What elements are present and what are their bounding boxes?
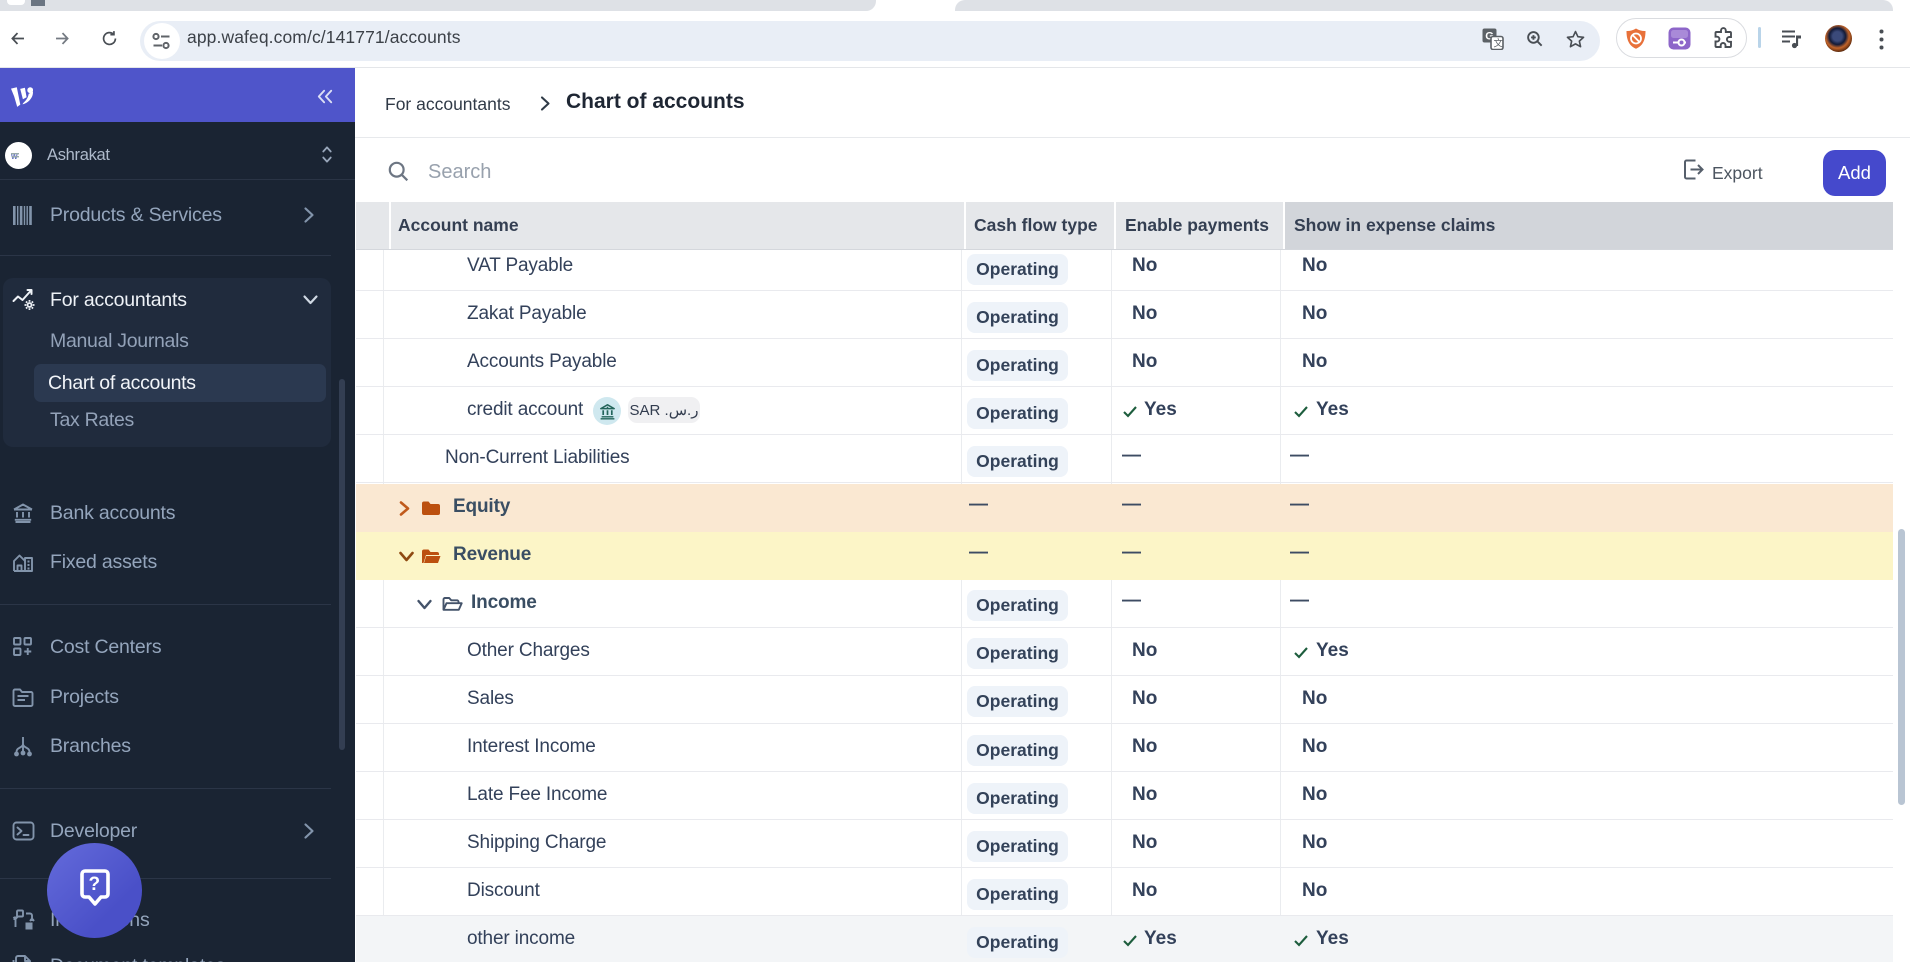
svg-text:W: W bbox=[11, 154, 18, 161]
svg-text:?: ? bbox=[88, 874, 100, 895]
svg-text:文: 文 bbox=[1494, 38, 1504, 50]
